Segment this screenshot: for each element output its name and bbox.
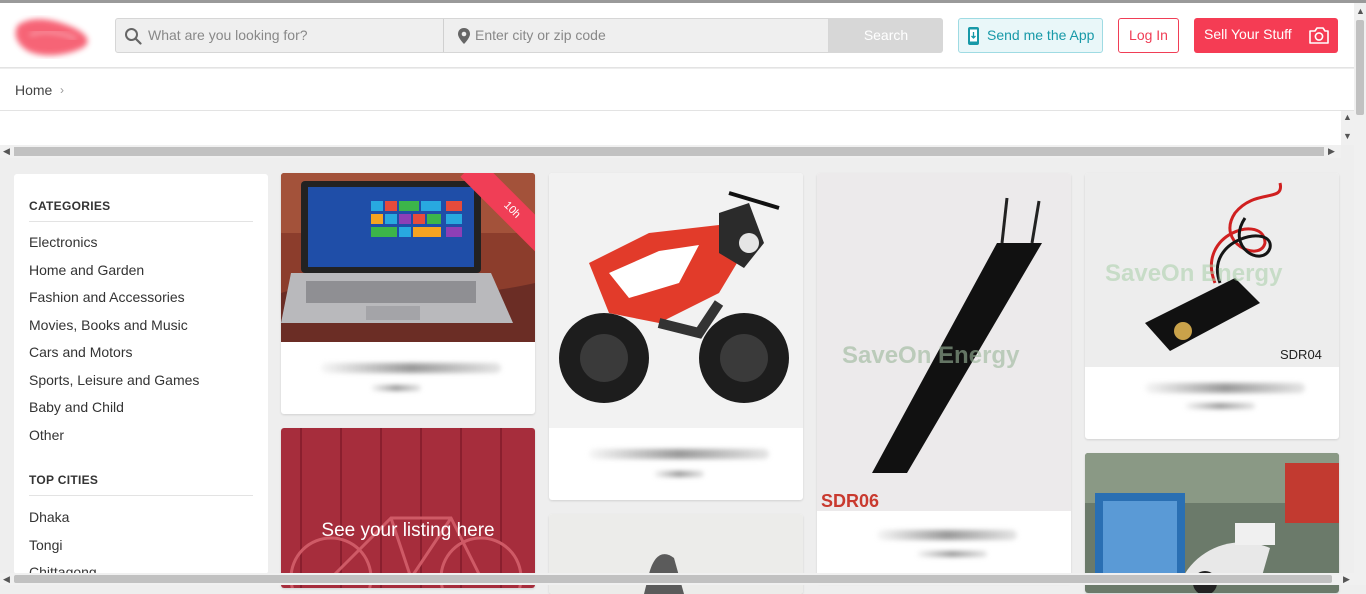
filter-sidebar: CATEGORIES Electronics Home and Garden F… [14, 174, 268, 574]
promo-card[interactable]: See your listing here [281, 428, 535, 588]
category-cars-motors[interactable]: Cars and Motors [29, 343, 199, 371]
scroll-down-arrow-icon[interactable]: ▼ [1343, 130, 1352, 143]
send-app-button[interactable]: Send me the App [958, 18, 1103, 53]
category-baby-child[interactable]: Baby and Child [29, 398, 199, 426]
category-home-garden[interactable]: Home and Garden [29, 261, 199, 289]
blurred-listing-price [1185, 403, 1255, 409]
site-header: What are you looking for? Enter city or … [0, 3, 1354, 68]
category-list: Electronics Home and Garden Fashion and … [29, 233, 199, 453]
site-logo[interactable] [10, 11, 96, 63]
sell-stuff-button[interactable]: Sell Your Stuff [1194, 18, 1338, 53]
scroll-left-arrow-icon[interactable]: ◀ [3, 145, 10, 158]
banner-vertical-scrollbar[interactable]: ▲ ▼ [1341, 111, 1354, 145]
listing-card-connector[interactable]: SaveOn Energy SDR04 [1085, 173, 1339, 439]
location-pin-icon [458, 28, 470, 44]
motorbike-photo [549, 173, 803, 428]
page-horizontal-scrollbar[interactable]: ◀ ▶ [0, 573, 1366, 585]
promo-text: See your listing here [321, 520, 495, 541]
blurred-listing-title [321, 363, 501, 373]
sell-stuff-label: Sell Your Stuff [1204, 26, 1292, 42]
blurred-listing-title [1145, 383, 1305, 393]
scroll-right-arrow-icon[interactable]: ▶ [1328, 145, 1335, 158]
search-input[interactable]: What are you looking for? [148, 19, 438, 52]
time-badge: 10h [456, 173, 535, 253]
search-bar: What are you looking for? Enter city or … [115, 18, 829, 53]
rod-photo: SaveOn Energy SDR06 [817, 173, 1071, 511]
listing-card-rod[interactable]: SaveOn Energy SDR06 [817, 173, 1071, 583]
blurred-listing-price [654, 471, 704, 477]
search-button[interactable]: Search [829, 18, 943, 53]
listing-card-motorbike[interactable] [549, 173, 803, 500]
blurred-listing-price [917, 551, 987, 557]
connector-label: SDR04 [1280, 347, 1322, 362]
location-input[interactable]: Enter city or zip code [475, 19, 825, 52]
page-hscroll-thumb[interactable] [14, 575, 1332, 583]
category-movies-books-music[interactable]: Movies, Books and Music [29, 316, 199, 344]
search-divider [443, 19, 444, 52]
category-other[interactable]: Other [29, 426, 199, 454]
rod-label: SDR06 [821, 491, 879, 511]
categories-heading: CATEGORIES [29, 199, 253, 222]
city-dhaka[interactable]: Dhaka [29, 508, 97, 536]
category-electronics[interactable]: Electronics [29, 233, 199, 261]
rod-watermark: SaveOn Energy [842, 342, 1020, 369]
breadcrumb-separator: › [60, 83, 64, 97]
search-icon [125, 28, 142, 45]
banner-strip [0, 111, 1341, 145]
page-vertical-scrollbar[interactable]: ▲ [1354, 3, 1366, 573]
blurred-listing-title [589, 449, 769, 459]
listing-card-laptop[interactable]: 10h [281, 173, 535, 414]
blurred-listing-price [371, 385, 421, 391]
banner-scroll-thumb[interactable] [14, 147, 1324, 156]
camera-icon [1309, 27, 1329, 44]
scroll-up-arrow-icon[interactable]: ▲ [1343, 111, 1352, 124]
city-tongi[interactable]: Tongi [29, 536, 97, 564]
login-button[interactable]: Log In [1118, 18, 1179, 53]
page-scroll-up-icon[interactable]: ▲ [1356, 5, 1365, 18]
scooter-photo [1085, 453, 1339, 593]
bicycle-door-photo [281, 428, 535, 588]
connector-watermark: SaveOn Energy [1105, 260, 1283, 287]
banner-horizontal-scrollbar[interactable]: ◀ ▶ [0, 145, 1341, 158]
time-badge-label: 10h [460, 173, 535, 253]
listing-card-scooter[interactable] [1085, 453, 1339, 593]
page-scroll-right-icon[interactable]: ▶ [1343, 573, 1350, 586]
category-fashion[interactable]: Fashion and Accessories [29, 288, 199, 316]
page-scroll-left-icon[interactable]: ◀ [3, 573, 10, 586]
page-scroll-thumb[interactable] [1356, 20, 1364, 115]
send-app-label: Send me the App [987, 27, 1095, 43]
connector-photo: SaveOn Energy SDR04 [1085, 173, 1339, 367]
phone-icon [968, 27, 979, 45]
breadcrumb: Home › [0, 69, 1354, 111]
blurred-listing-title [877, 530, 1017, 540]
top-cities-heading: TOP CITIES [29, 473, 253, 496]
category-sports-leisure[interactable]: Sports, Leisure and Games [29, 371, 199, 399]
city-list: Dhaka Tongi Chittagong [29, 508, 97, 574]
breadcrumb-home[interactable]: Home [15, 69, 52, 111]
